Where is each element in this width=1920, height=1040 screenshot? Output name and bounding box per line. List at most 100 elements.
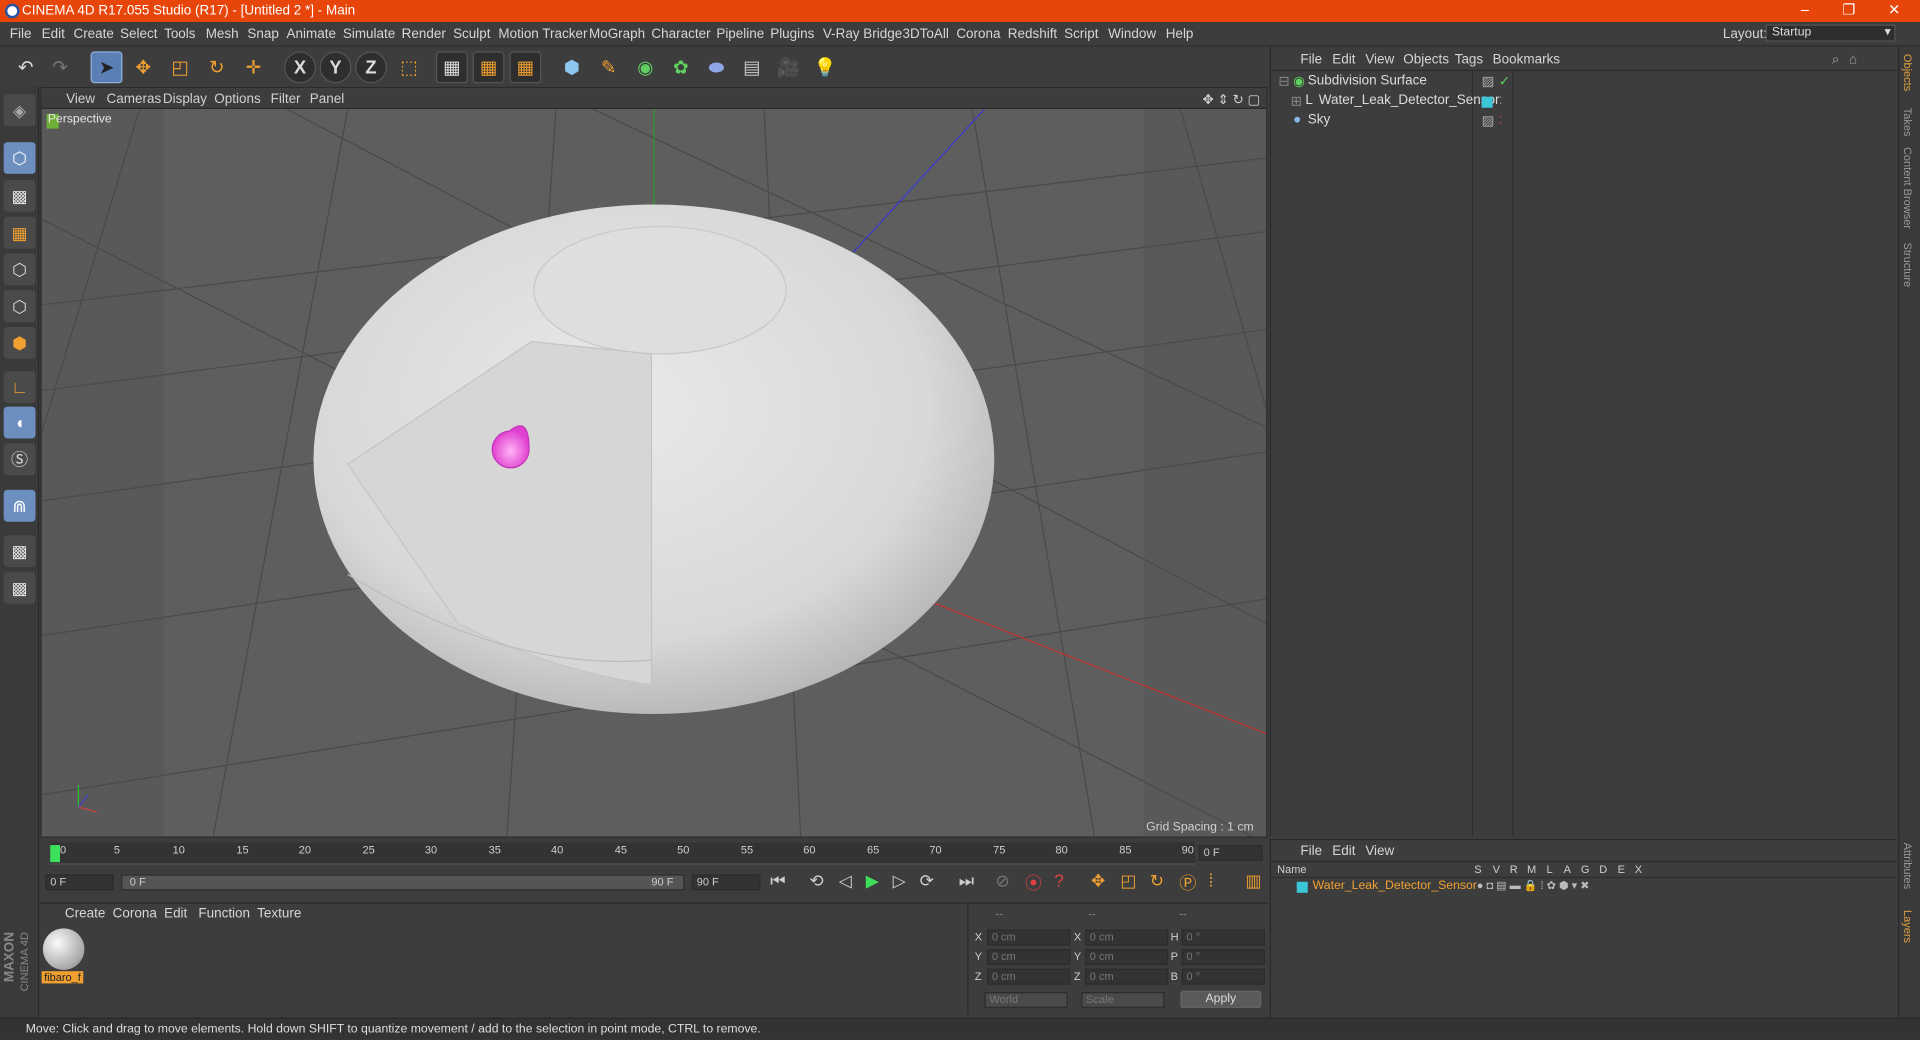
layout-dropdown[interactable]: Startup ▾ [1765, 24, 1896, 42]
go-to-end-button[interactable]: ⏭ [959, 871, 974, 892]
menu-create[interactable]: Create [73, 27, 113, 42]
viewport-menu-display[interactable]: Display [163, 92, 207, 107]
menu-file[interactable]: File [10, 27, 32, 42]
size-z-field[interactable]: 0 cm [1084, 968, 1169, 985]
end-frame-field[interactable]: 90 F [691, 874, 761, 891]
object-name[interactable]: Sky [1308, 113, 1330, 128]
expand-icon[interactable]: ⊞ [1291, 93, 1302, 109]
timeline-ruler[interactable]: 0 5 10 15 20 25 30 35 40 45 50 55 60 65 … [50, 842, 1196, 865]
menu-3dtoall[interactable]: 3DToAll [902, 27, 948, 42]
tab-objects[interactable]: Objects [1902, 54, 1914, 91]
transform-mode-dropdown[interactable]: Scale [1081, 992, 1165, 1008]
key-scale-button[interactable]: ◰ [1120, 871, 1136, 892]
objects-menu-objects[interactable]: Objects [1403, 53, 1449, 68]
record-active-button[interactable]: ⊘ [996, 871, 1010, 892]
play-button[interactable]: ▶ [866, 871, 879, 892]
redo-button[interactable]: ↷ [44, 51, 76, 83]
size-x-field[interactable]: 0 cm [1084, 929, 1169, 946]
viewport-menu-view[interactable]: View [66, 92, 95, 107]
object-name[interactable]: Water_Leak_Detector_Sensor [1319, 93, 1500, 108]
menu-snap[interactable]: Snap [247, 27, 278, 42]
menu-mograph[interactable]: MoGraph [589, 27, 645, 42]
tab-structure[interactable]: Structure [1902, 242, 1914, 287]
viewport-menu-cameras[interactable]: Cameras [107, 92, 162, 107]
menu-animate[interactable]: Animate [287, 27, 336, 42]
key-pla-button[interactable]: ⁞ [1209, 871, 1214, 891]
menu-pipeline[interactable]: Pipeline [716, 27, 764, 42]
workplane-lock-button[interactable]: ▩ [3, 535, 36, 568]
menu-plugins[interactable]: Plugins [770, 27, 814, 42]
menu-render[interactable]: Render [402, 27, 446, 42]
objects-menu-tags[interactable]: Tags [1455, 53, 1483, 68]
edges-mode-button[interactable]: ⬡ [3, 290, 36, 323]
menu-script[interactable]: Script [1064, 27, 1098, 42]
layer-menu-edit[interactable]: Edit [1332, 844, 1355, 859]
tab-content-browser[interactable]: Content Browser [1902, 147, 1914, 229]
render-to-picture-viewer-button[interactable]: ▦ [472, 51, 505, 84]
object-row[interactable]: ● Sky ▨ : [1276, 113, 1894, 133]
recent-tool-button[interactable]: ✛ [238, 51, 270, 83]
material-menu-texture[interactable]: Texture [257, 906, 301, 921]
menu-mesh[interactable]: Mesh [206, 27, 239, 42]
spline-pen-button[interactable]: ✎ [593, 51, 625, 83]
objects-menu-view[interactable]: View [1365, 53, 1394, 68]
restore-button[interactable]: ❐ [1831, 1, 1868, 18]
objects-menu-file[interactable]: File [1300, 53, 1322, 68]
position-y-field[interactable]: 0 cm [986, 949, 1071, 966]
next-frame-button[interactable]: ▷ [893, 871, 906, 892]
previous-key-button[interactable]: ⟲ [809, 871, 823, 892]
menu-motion-tracker[interactable]: Motion Tracker [498, 27, 587, 42]
home-icon[interactable]: ⌂ [1849, 53, 1857, 68]
visibility-dots-icon[interactable]: : [1499, 113, 1503, 128]
model-mode-button[interactable]: ⬡ [3, 142, 36, 174]
search-icon[interactable]: ⌕ [1832, 53, 1840, 69]
tweak-mode-button[interactable]: ◖ [3, 406, 36, 439]
menu-character[interactable]: Character [651, 27, 710, 42]
menu-vray-bridge[interactable]: V-Ray Bridge [823, 27, 902, 42]
menu-select[interactable]: Select [120, 27, 157, 42]
coordinate-system-button[interactable]: ⬚ [393, 51, 425, 83]
minimize-button[interactable]: – [1787, 1, 1824, 18]
viewport-navigation-icon[interactable]: ✥ ⇕ ↻ ▢ [1202, 92, 1260, 108]
material-name[interactable]: fibaro_f [41, 971, 84, 984]
menu-edit[interactable]: Edit [42, 27, 65, 42]
menu-tools[interactable]: Tools [164, 27, 195, 42]
object-row[interactable]: ⊞ L Water_Leak_Detector_Sensor : [1276, 93, 1894, 113]
enabled-check-icon[interactable]: ✓ [1499, 73, 1510, 90]
viewport-menu-options[interactable]: Options [214, 92, 260, 107]
timeline-window-button[interactable]: ▥ [1245, 871, 1261, 892]
menu-redshift[interactable]: Redshift [1008, 27, 1057, 42]
viewport-canvas[interactable] [41, 108, 1267, 838]
layer-name[interactable]: Water_Leak_Detector_Sensor [1313, 879, 1477, 892]
position-x-field[interactable]: 0 cm [986, 929, 1071, 946]
key-position-button[interactable]: ✥ [1091, 871, 1105, 892]
viewport-menu-panel[interactable]: Panel [310, 92, 344, 107]
edit-toggle-icon[interactable]: ▨ [1482, 113, 1495, 129]
playhead[interactable] [50, 845, 61, 863]
material-menu-function[interactable]: Function [198, 906, 250, 921]
layer-flags-icon[interactable]: ● ◘ ▤ ▬ 🔒 ⁞ ✿ ⬢ ▾ ✖ [1477, 879, 1590, 892]
autokey-button[interactable]: ⦿ [1025, 871, 1042, 895]
array-button[interactable]: ✿ [665, 51, 697, 83]
layer-row[interactable]: Water_Leak_Detector_Sensor ● ◘ ▤ ▬ 🔒 ⁞ ✿… [1271, 879, 1897, 895]
tab-layers[interactable]: Layers [1902, 910, 1914, 943]
material-thumbnail[interactable] [42, 928, 85, 970]
rotation-p-field[interactable]: 0 ° [1181, 949, 1265, 966]
visibility-dots-icon[interactable]: : [1499, 93, 1503, 108]
floor-button[interactable]: ▤ [736, 51, 768, 83]
make-editable-button[interactable]: ◈ [3, 94, 36, 127]
object-name[interactable]: Subdivision Surface [1308, 73, 1427, 88]
magnet-button[interactable]: ⋒ [3, 489, 36, 522]
z-axis-lock-button[interactable]: Z [355, 51, 387, 84]
snapping-button[interactable]: Ⓢ [3, 443, 36, 476]
position-z-field[interactable]: 0 cm [986, 968, 1071, 985]
points-mode-button[interactable]: ⬡ [3, 253, 36, 286]
tab-attributes[interactable]: Attributes [1902, 843, 1914, 890]
current-frame-field[interactable]: 0 F [1198, 845, 1263, 861]
camera-button[interactable]: 🎥 [773, 51, 805, 83]
menu-simulate[interactable]: Simulate [343, 27, 395, 42]
previous-frame-button[interactable]: ◁ [839, 871, 852, 892]
frame-range-slider[interactable]: 0 F 90 F [121, 874, 685, 891]
layer-menu-file[interactable]: File [1300, 844, 1322, 859]
material-menu-edit[interactable]: Edit [164, 906, 187, 921]
